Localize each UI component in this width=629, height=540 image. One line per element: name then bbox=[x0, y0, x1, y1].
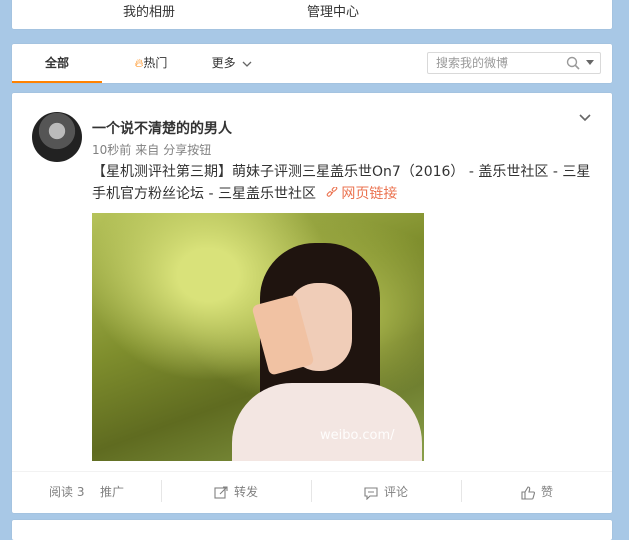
web-link[interactable]: 网页链接 bbox=[320, 186, 397, 202]
post-image[interactable]: weibo.com/ bbox=[92, 213, 424, 461]
action-separator bbox=[461, 480, 462, 502]
post-meta: 10秒前 来自 分享按钮 bbox=[92, 141, 215, 158]
page-scrollbar[interactable] bbox=[619, 0, 629, 528]
tab-more[interactable]: 更多 bbox=[202, 44, 262, 83]
post-text: 【星机测评社第三期】萌妹子评测三星盖乐世On7（2016） - 盖乐世社区 - … bbox=[92, 161, 597, 205]
post-source-prefix: 来自 bbox=[135, 143, 160, 157]
promote-button[interactable]: 推广 bbox=[100, 472, 124, 512]
web-link-label: 网页链接 bbox=[341, 186, 398, 202]
tab-hot-label: 热门 bbox=[143, 56, 168, 70]
post-time[interactable]: 10秒前 bbox=[92, 143, 131, 157]
like-button[interactable]: 赞 bbox=[521, 472, 553, 512]
comment-button[interactable]: 评论 bbox=[364, 472, 408, 512]
read-count: 阅读 3 bbox=[49, 485, 85, 499]
active-tab-underline bbox=[12, 81, 102, 83]
action-separator bbox=[161, 480, 162, 502]
comment-label: 评论 bbox=[384, 485, 409, 499]
post-username[interactable]: 一个说不清楚的的男人 bbox=[92, 118, 232, 138]
tab-all[interactable]: 全部 bbox=[12, 44, 102, 83]
next-feed-card bbox=[12, 520, 612, 540]
link-icon bbox=[327, 186, 338, 197]
chevron-down-icon bbox=[242, 61, 252, 67]
action-separator bbox=[311, 480, 312, 502]
tab-all-label: 全部 bbox=[44, 56, 69, 70]
feed-tabs-bar: 全部 🔥︎热门 更多 bbox=[12, 44, 612, 83]
thumbs-up-icon bbox=[521, 485, 535, 500]
post-action-bar: 阅读 3 推广 转发 评论 赞 bbox=[12, 472, 612, 512]
image-watermark: weibo.com/ bbox=[320, 428, 395, 443]
feed-post-card: 一个说不清楚的的男人 10秒前 来自 分享按钮 【星机测评社第三期】萌妹子评测三星盖… bbox=[12, 93, 612, 513]
search-icon[interactable] bbox=[566, 56, 580, 70]
album-nav-bar: 我的相册 管理中心 bbox=[12, 0, 612, 29]
photo-body bbox=[232, 383, 422, 461]
post-source[interactable]: 分享按钮 bbox=[163, 143, 211, 157]
my-album-link[interactable]: 我的相册 bbox=[123, 1, 175, 20]
tab-hot[interactable]: 🔥︎热门 bbox=[116, 44, 186, 83]
avatar[interactable] bbox=[32, 112, 82, 162]
search-box bbox=[427, 52, 601, 74]
search-dropdown-caret[interactable] bbox=[586, 60, 594, 65]
repost-label: 转发 bbox=[234, 485, 259, 499]
tab-more-label: 更多 bbox=[211, 56, 236, 70]
repost-button[interactable]: 转发 bbox=[214, 472, 258, 512]
search-input[interactable] bbox=[428, 53, 564, 73]
comment-icon bbox=[364, 486, 378, 500]
like-label: 赞 bbox=[541, 485, 554, 499]
chevron-down-icon[interactable] bbox=[578, 111, 592, 125]
admin-center-link[interactable]: 管理中心 bbox=[307, 1, 359, 20]
repost-icon bbox=[214, 485, 228, 499]
